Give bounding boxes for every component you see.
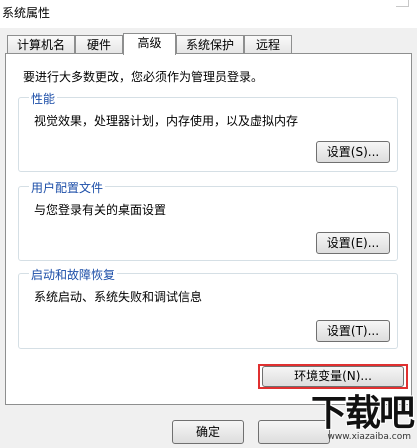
- user-profiles-group: 用户配置文件 与您登录有关的桌面设置 设置(E)...: [18, 179, 398, 261]
- performance-settings-button[interactable]: 设置(S)...: [316, 141, 390, 163]
- performance-group-title: 性能: [29, 90, 58, 107]
- highlight-box: [258, 364, 408, 389]
- user-profiles-settings-button[interactable]: 设置(E)...: [316, 232, 390, 254]
- title-bar: 系统属性: [0, 0, 417, 28]
- tab-system-protection[interactable]: 系统保护: [176, 35, 244, 55]
- watermark-logo: 下载吧: [310, 393, 415, 434]
- watermark-url: www.xiazaiba.com: [327, 432, 411, 442]
- startup-recovery-group: 启动和故障恢复 系统启动、系统失败和调试信息 设置(T)...: [18, 266, 398, 349]
- tab-hardware[interactable]: 硬件: [75, 35, 123, 55]
- tab-remote[interactable]: 远程: [244, 35, 292, 55]
- startup-recovery-settings-button[interactable]: 设置(T)...: [316, 320, 390, 342]
- admin-notice: 要进行大多数更改，您必须作为管理员登录。: [23, 70, 264, 84]
- window-title: 系统属性: [2, 6, 51, 20]
- user-profiles-group-title: 用户配置文件: [29, 179, 106, 196]
- user-profiles-description: 与您登录有关的桌面设置: [34, 203, 167, 217]
- performance-group: 性能 视觉效果，处理器计划，内存使用，以及虚拟内存 设置(S)...: [18, 90, 398, 172]
- ok-button[interactable]: 确定: [172, 420, 244, 444]
- startup-recovery-group-title: 启动和故障恢复: [29, 266, 118, 283]
- tab-advanced[interactable]: 高级: [123, 33, 176, 55]
- close-button-edge[interactable]: [396, 0, 409, 7]
- performance-description: 视觉效果，处理器计划，内存使用，以及虚拟内存: [34, 114, 299, 128]
- startup-recovery-description: 系统启动、系统失败和调试信息: [34, 290, 203, 304]
- tab-computer-name[interactable]: 计算机名: [7, 35, 75, 55]
- site-watermark: 下载吧 www.xiazaiba.com: [295, 393, 415, 444]
